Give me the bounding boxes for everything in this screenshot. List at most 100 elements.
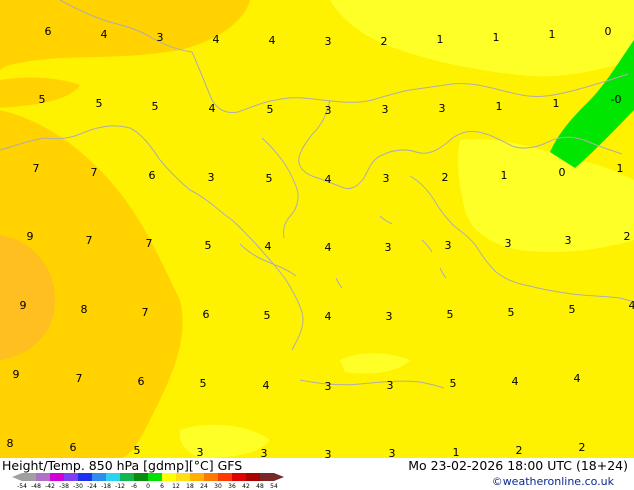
temperature-label: 2 — [516, 444, 523, 457]
temperature-label: 1 — [496, 100, 503, 113]
temperature-label: 7 — [142, 306, 149, 319]
temperature-label: 4 — [209, 102, 216, 115]
temperature-label: 5 — [205, 239, 212, 252]
map-valid-time: Mo 23-02-2026 18:00 UTC (18+24) — [408, 458, 628, 473]
temperature-label: 5 — [267, 103, 274, 116]
scale-arrow-left — [12, 473, 22, 481]
scale-swatch — [106, 473, 120, 481]
temperature-label: 2 — [579, 441, 586, 454]
temperature-label: 7 — [146, 237, 153, 250]
scale-label: 24 — [200, 483, 208, 490]
scale-swatch — [22, 473, 36, 481]
scale-swatch — [134, 473, 148, 481]
scale-swatch — [176, 473, 190, 481]
temperature-label: 6 — [138, 375, 145, 388]
temperature-label: 5 — [152, 100, 159, 113]
temperature-label: 3 — [445, 239, 452, 252]
temperature-label: 6 — [149, 169, 156, 182]
credit-link[interactable]: ©weatheronline.co.uk — [492, 475, 614, 488]
temperature-label: 6 — [70, 441, 77, 454]
scale-label: 36 — [228, 483, 236, 490]
temperature-label: 4 — [101, 28, 108, 41]
color-scale: -54 -48 -42 -38 -30 -24 -18 -12 -6 0 6 12 18 24 30 36 42… — [12, 473, 284, 490]
temperature-label: 2 — [624, 230, 631, 243]
temperature-label: 4 — [265, 240, 272, 253]
temperature-label: 1 — [549, 28, 556, 41]
temperature-label: 4 — [629, 299, 634, 312]
scale-label: 42 — [242, 483, 250, 490]
temperature-label: 3 — [565, 234, 572, 247]
scale-swatch — [36, 473, 50, 481]
temperature-label: 4 — [325, 173, 332, 186]
temperature-label: 3 — [157, 31, 164, 44]
temperature-label: 6 — [203, 308, 210, 321]
temperature-label: 1 — [437, 33, 444, 46]
scale-swatch — [120, 473, 134, 481]
temperature-label: 4 — [574, 372, 581, 385]
temperature-label: 2 — [442, 171, 449, 184]
temperature-label: 3 — [325, 35, 332, 48]
temperature-label: 5 — [266, 172, 273, 185]
temperature-label: 5 — [39, 93, 46, 106]
temperature-label: 5 — [96, 97, 103, 110]
temperature-label: 8 — [7, 437, 14, 450]
temperature-label: 3 — [389, 447, 396, 458]
temperature-label: 3 — [385, 241, 392, 254]
scale-label: -18 — [101, 483, 111, 490]
scale-label: 12 — [172, 483, 180, 490]
temperature-label: 0 — [559, 166, 566, 179]
temperature-label: 1 — [617, 162, 624, 175]
scale-label: -48 — [31, 483, 41, 490]
temperature-label: 2 — [381, 35, 388, 48]
temperature-label: 6 — [45, 25, 52, 38]
temperature-label: 3 — [505, 237, 512, 250]
scale-swatch — [260, 473, 274, 481]
scale-swatch — [78, 473, 92, 481]
temperature-label: 5 — [134, 444, 141, 457]
scale-swatch — [162, 473, 176, 481]
temperature-label: 5 — [569, 303, 576, 316]
scale-label: 30 — [214, 483, 222, 490]
temperature-label: 3 — [383, 172, 390, 185]
scale-label: 48 — [256, 483, 264, 490]
temperature-label: 4 — [512, 375, 519, 388]
scale-label: 6 — [160, 483, 164, 490]
scale-label: -42 — [45, 483, 55, 490]
temperature-label: 3 — [387, 379, 394, 392]
temperature-label: 9 — [27, 230, 34, 243]
scale-label: -30 — [73, 483, 83, 490]
temperature-label: 1 — [553, 97, 560, 110]
temperature-label: 8 — [81, 303, 88, 316]
scale-label: -24 — [87, 483, 97, 490]
temperature-label: 4 — [269, 34, 276, 47]
scale-swatch — [190, 473, 204, 481]
temperature-label: 5 — [508, 306, 515, 319]
temperature-label: 4 — [325, 241, 332, 254]
temperature-label: 5 — [200, 377, 207, 390]
temperature-label: 3 — [325, 104, 332, 117]
scale-swatch — [218, 473, 232, 481]
temperature-label: 5 — [450, 377, 457, 390]
temperature-label: 3 — [325, 380, 332, 393]
temperature-label: 1 — [453, 446, 460, 458]
scale-label: 54 — [270, 483, 278, 490]
scale-swatch — [148, 473, 162, 481]
temperature-label: 7 — [86, 234, 93, 247]
temperature-label: 3 — [261, 447, 268, 458]
temperature-label: 1 — [501, 169, 508, 182]
scale-label: -54 — [17, 483, 27, 490]
scale-label: -12 — [115, 483, 125, 490]
scale-swatch — [246, 473, 260, 481]
temperature-label: 3 — [439, 102, 446, 115]
temperature-label: 5 — [264, 309, 271, 322]
temperature-label: 4 — [325, 310, 332, 323]
temperature-label: 3 — [197, 446, 204, 458]
temperature-label: 9 — [13, 368, 20, 381]
scale-swatch — [50, 473, 64, 481]
scale-label: -6 — [131, 483, 137, 490]
temperature-label: 5 — [447, 308, 454, 321]
temperature-map: 6 4 3 4 4 3 2 1 1 1 0 5 5 5 4 5 3 3 3 1 1 -0 7 7 6 3 5 4 3 2 1 0 1 9 7 7 5 4 4… — [0, 0, 634, 458]
scale-arrow-right — [274, 473, 284, 481]
map-footer: Height/Temp. 850 hPa [gdmp][°C] GFS Mo 2… — [0, 458, 634, 490]
scale-swatch — [92, 473, 106, 481]
